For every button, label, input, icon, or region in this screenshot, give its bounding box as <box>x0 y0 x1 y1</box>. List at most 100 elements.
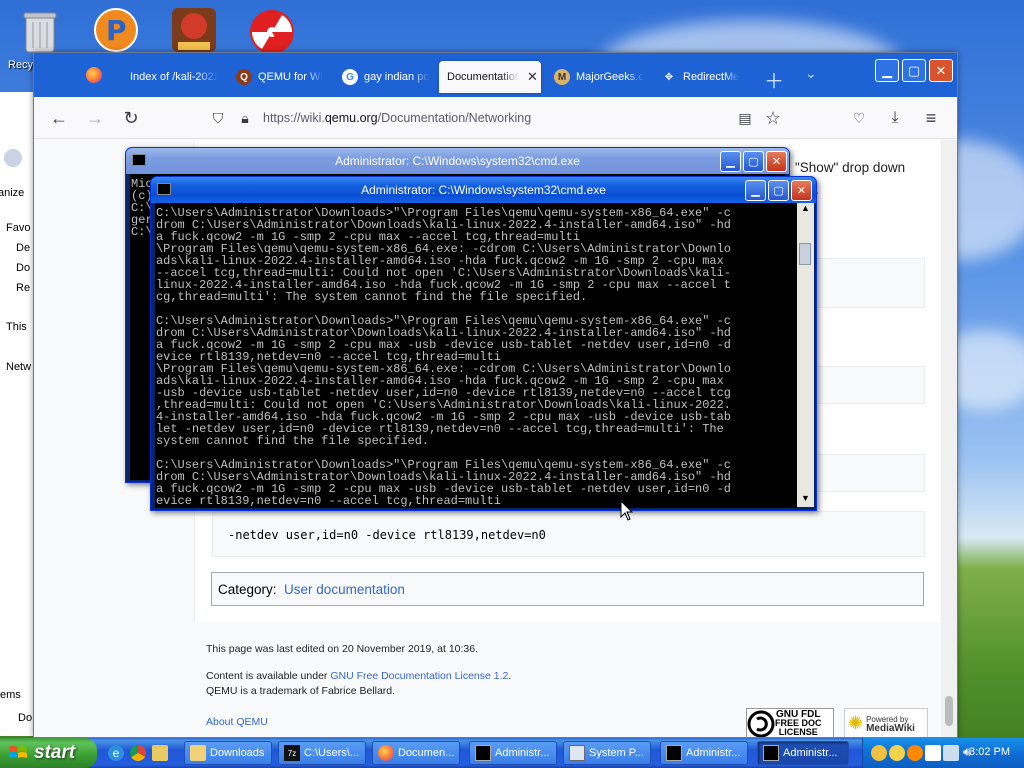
explorer-item: anize <box>0 187 25 199</box>
explorer-item: ems <box>0 689 21 701</box>
tab-list-chevron-icon[interactable]: ⌄ <box>805 65 817 82</box>
tab-documentation[interactable]: Documentation ✕ <box>439 61 541 93</box>
maximize-button[interactable]: ▢ <box>768 180 789 201</box>
firefox-menu-icon[interactable] <box>86 67 102 83</box>
minimize-button[interactable]: ▁ <box>720 151 741 172</box>
scroll-down-arrow-icon[interactable]: ▼ <box>797 493 814 507</box>
about-qemu-link[interactable]: About QEMU <box>206 716 268 728</box>
category-box: Category: User documentation <box>211 572 924 606</box>
gfdl-badge[interactable]: GNU FDL FREE DOC LICENSE <box>746 708 834 737</box>
redirect-icon: ✥ <box>664 71 674 83</box>
tab-label: RedirectMe <box>683 71 740 83</box>
tab-strip: Index of /kali-2022 Q QEMU for Wi Ggay in… <box>34 53 957 97</box>
tab-index-kali[interactable]: Index of /kali-2022 <box>122 61 220 93</box>
smiley-icon[interactable] <box>889 745 905 761</box>
new-tab-icon[interactable]: ＋ <box>764 65 784 94</box>
shield-icon[interactable]: ⛉ <box>207 107 229 129</box>
monitor-icon[interactable] <box>943 745 959 761</box>
system-tray: 🔊︎ 3:02 PM <box>862 738 1024 768</box>
explorer-quicklaunch-icon[interactable] <box>152 745 168 761</box>
tab-google-search[interactable]: Ggay indian po <box>334 61 436 93</box>
angry-birds-seasons-icon[interactable] <box>168 4 220 56</box>
license-link[interactable]: GNU Free Documentation License 1.2 <box>330 670 508 682</box>
reader-view-icon[interactable]: ▤ <box>734 107 756 129</box>
explorer-item[interactable]: Do <box>16 262 30 274</box>
downloads-icon[interactable]: ⤓ <box>884 107 906 129</box>
minimize-button[interactable]: ▁ <box>745 180 766 201</box>
tab-qemu-windows[interactable]: Q QEMU for Wi <box>228 61 328 93</box>
bookmark-star-icon[interactable]: ☆ <box>762 107 784 129</box>
cmd-title-bar[interactable]: Administrator: C:\Windows\system32\cmd.e… <box>126 148 789 174</box>
task-cmd-path[interactable]: 7z C:\Users\... <box>278 741 366 765</box>
lock-icon[interactable]: 🔒︎ <box>234 107 256 129</box>
about-link[interactable]: About QEMU <box>206 716 268 728</box>
chrome-icon[interactable] <box>130 745 146 761</box>
ie-icon[interactable]: e <box>108 745 124 761</box>
task-system-properties[interactable]: System P... <box>563 741 651 765</box>
task-downloads[interactable]: Downloads <box>184 741 272 765</box>
flag-icon[interactable] <box>925 745 941 761</box>
task-label: Documen... <box>398 747 455 759</box>
cmd-title-bar[interactable]: Administrator: C:\Windows\system32\cmd.e… <box>151 177 816 203</box>
tab-redirectme[interactable]: ✥ RedirectMe <box>653 61 757 93</box>
close-button[interactable]: ✕ <box>929 59 953 82</box>
explorer-window-fragment: anize Favo De Do Re This Netw ems Do <box>0 92 36 736</box>
cmd-window-active[interactable]: Administrator: C:\Windows\system32\cmd.e… <box>150 176 817 511</box>
explorer-item[interactable]: Do <box>18 712 32 724</box>
pidgin-p-icon[interactable]: P <box>90 4 142 56</box>
url-path: /Documentation/Networking <box>377 111 532 125</box>
back-arrow-icon[interactable]: ← <box>48 107 70 129</box>
scroll-thumb[interactable] <box>799 243 811 265</box>
cmd-title: Administrator: C:\Windows\system32\cmd.e… <box>335 154 580 168</box>
system-properties-icon <box>569 745 585 761</box>
recycle-bin-icon[interactable] <box>14 6 66 58</box>
explorer-item[interactable]: This <box>6 321 27 333</box>
task-cmd-2[interactable]: Administr... <box>660 741 748 765</box>
task-firefox[interactable]: Documen... <box>372 741 460 765</box>
cmd-scrollbar[interactable]: ▲ ▼ <box>797 203 814 507</box>
explorer-item[interactable]: De <box>16 242 30 254</box>
forward-arrow-icon[interactable]: → <box>84 107 106 129</box>
cmd-icon <box>475 745 491 761</box>
pocket-icon[interactable]: ♡ <box>848 107 870 129</box>
start-button[interactable]: start <box>0 738 97 768</box>
firefox-icon <box>378 745 394 761</box>
close-tab-icon[interactable]: ✕ <box>527 69 538 85</box>
license-suffix: . <box>508 670 512 682</box>
explorer-item[interactable]: Re <box>16 282 30 294</box>
cmd-output: C:\Users\Administrator\Downloads>"\Progr… <box>155 206 731 508</box>
maximize-button[interactable]: ▢ <box>902 59 926 82</box>
cmd-console[interactable]: C:\Users\Administrator\Downloads>"\Progr… <box>155 203 797 508</box>
tab-label: MajorGeeks.c <box>576 71 644 83</box>
page-scrollbar[interactable] <box>941 140 957 737</box>
task-cmd-1[interactable]: Administr... <box>469 741 557 765</box>
tab-majorgeeks[interactable]: M MajorGeeks.c <box>546 61 646 93</box>
network-icon[interactable] <box>907 745 923 761</box>
last-edited: This page was last edited on 20 November… <box>206 643 479 655</box>
scroll-up-arrow-icon[interactable]: ▲ <box>797 203 814 217</box>
mediawiki-badge[interactable]: ✺ Powered by MediaWiki <box>844 708 928 737</box>
tab-label: Documentation <box>447 71 519 83</box>
tab-label: Index of /kali-2022 <box>130 71 218 83</box>
qemu-icon: Q <box>236 69 252 85</box>
tab-label: gay indian po <box>364 71 430 83</box>
radiation-icon[interactable] <box>246 6 298 58</box>
task-label: Administr... <box>495 747 550 759</box>
clock[interactable]: 3:02 PM <box>969 746 1010 758</box>
close-button[interactable]: ✕ <box>791 180 812 201</box>
tab-label: QEMU for Wi <box>258 71 323 83</box>
minimize-button[interactable]: ▁ <box>875 59 899 82</box>
hamburger-menu-icon[interactable]: ≡ <box>920 107 942 129</box>
task-label: Downloads <box>210 747 265 759</box>
explorer-item[interactable]: Netw <box>6 361 31 373</box>
explorer-item[interactable]: Favo <box>6 222 30 234</box>
google-icon: G <box>342 69 358 85</box>
close-button[interactable]: ✕ <box>766 151 787 172</box>
reload-icon[interactable]: ↻ <box>120 107 142 129</box>
task-cmd-3[interactable]: Administr... <box>757 741 849 765</box>
search-icon[interactable] <box>871 745 887 761</box>
maximize-button[interactable]: ▢ <box>743 151 764 172</box>
category-link[interactable]: User documentation <box>284 582 405 597</box>
mouse-cursor-icon <box>620 500 634 521</box>
url-bar[interactable]: https://wiki.qemu.org/Documentation/Netw… <box>263 111 531 125</box>
